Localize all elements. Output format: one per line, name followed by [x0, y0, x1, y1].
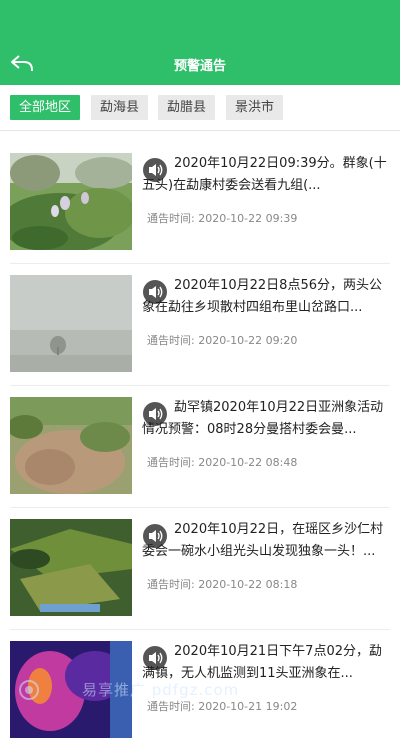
watermark-text: 易享推广 pdfgz.com	[82, 681, 240, 699]
notice-time: 通告时间: 2020-10-22 08:18	[147, 578, 298, 591]
notice-item[interactable]: 2020年10月22日09:39分。群象(十五头)在勐康村委会送看九组(... …	[10, 143, 390, 264]
watermark: 易享推广 pdfgz.com	[18, 676, 318, 706]
notice-item[interactable]: 2020年10月22日8点56分，两头公象在勐往乡坝散村四组布里山岔路口... …	[10, 265, 390, 386]
notice-headline: 2020年10月22日，在瑶区乡沙仁村委会一碗水小组光头山发现独象一头！...	[142, 522, 384, 559]
filter-all-regions[interactable]: 全部地区	[10, 95, 81, 120]
notice-thumbnail	[10, 397, 132, 494]
watermark-logo-icon	[19, 680, 39, 700]
page-title: 预警通告	[173, 59, 226, 74]
notice-time: 通告时间: 2020-10-22 08:48	[147, 456, 298, 469]
notice-headline: 2020年10月22日8点56分，两头公象在勐往乡坝散村四组布里山岔路口...	[142, 278, 382, 315]
notice-headline: 2020年10月22日09:39分。群象(十五头)在勐康村委会送看九组(...	[142, 156, 387, 193]
filter-menghai[interactable]: 勐海县	[91, 95, 149, 120]
notice-headline: 勐罕镇2020年10月22日亚洲象活动情况预警：08时28分曼搭村委会曼...	[142, 400, 384, 437]
notice-thumbnail	[10, 275, 132, 372]
notice-time: 通告时间: 2020-10-22 09:20	[147, 334, 298, 347]
notice-time: 通告时间: 2020-10-22 09:39	[147, 212, 298, 225]
notice-thumbnail	[10, 519, 132, 616]
app-header: 预警通告	[0, 0, 400, 85]
filter-jinghong[interactable]: 景洪市	[226, 95, 284, 120]
notice-item[interactable]: 勐罕镇2020年10月22日亚洲象活动情况预警：08时28分曼搭村委会曼... …	[10, 387, 390, 508]
notice-item[interactable]: 2020年10月22日，在瑶区乡沙仁村委会一碗水小组光头山发现独象一头！... …	[10, 509, 390, 630]
notice-thumbnail	[10, 153, 132, 250]
filter-mengla[interactable]: 勐腊县	[158, 95, 216, 120]
region-filter-bar: 全部地区 勐海县 勐腊县 景洪市	[0, 85, 400, 131]
